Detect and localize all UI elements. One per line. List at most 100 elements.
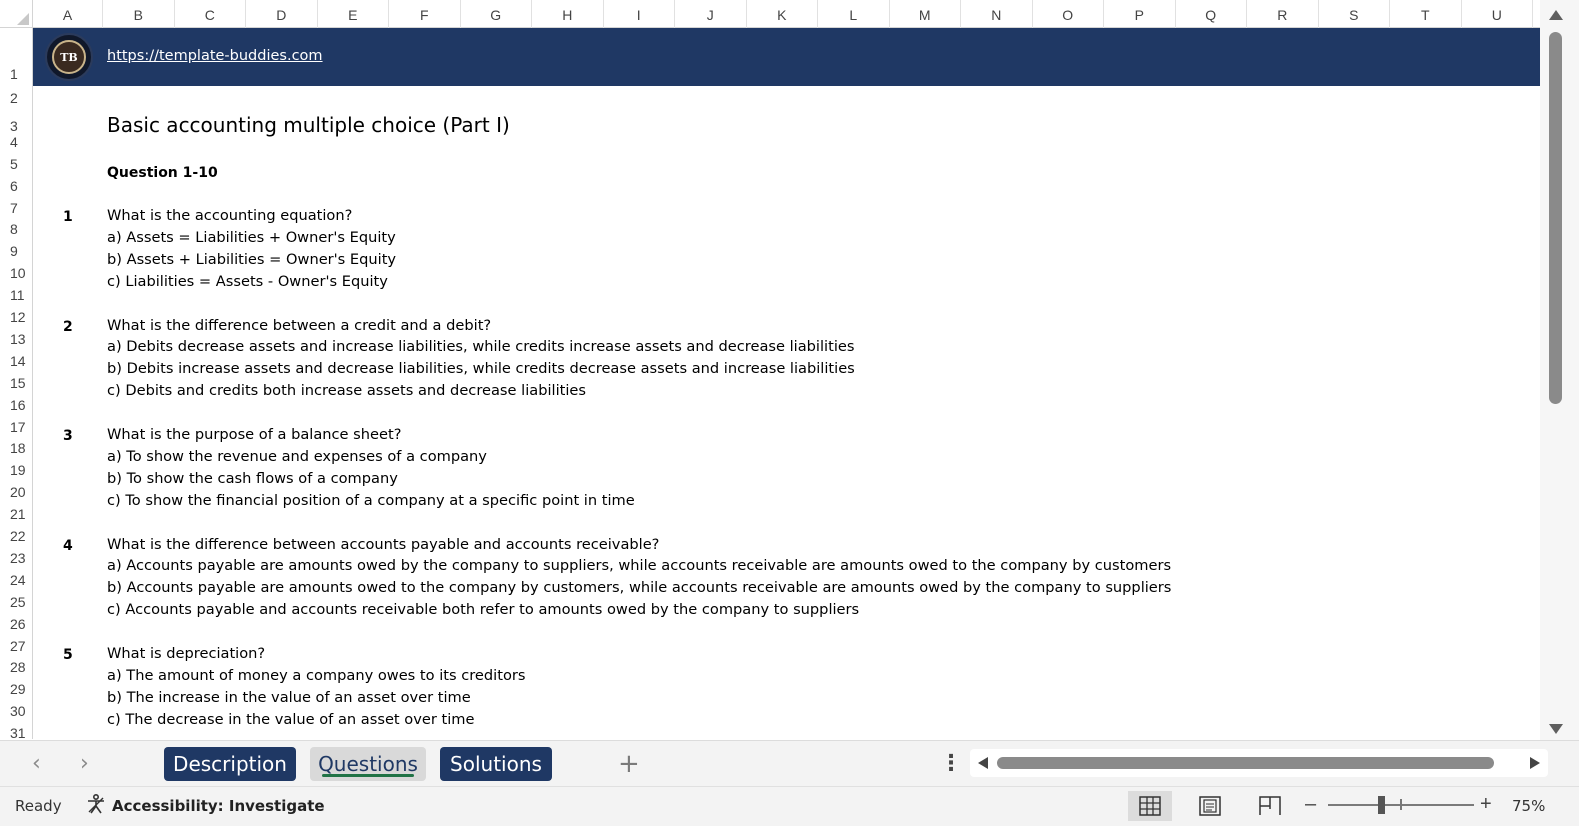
question-number: 2 xyxy=(63,318,73,335)
question-number: 3 xyxy=(63,428,73,444)
row-header-8[interactable]: 8 xyxy=(0,221,32,237)
accessibility-status[interactable]: Accessibility: Investigate xyxy=(112,797,325,815)
grid-view-icon xyxy=(1139,796,1161,816)
column-header-o[interactable]: O xyxy=(1033,0,1104,28)
row-header-14[interactable]: 14 xyxy=(0,353,32,369)
column-header-n[interactable]: N xyxy=(961,0,1033,28)
question-text: What is the difference between a credit … xyxy=(107,316,492,334)
more-options-icon[interactable]: ⋮ xyxy=(940,751,962,776)
column-header-a[interactable]: A xyxy=(33,0,103,28)
page-break-view-button[interactable] xyxy=(1248,791,1292,821)
column-header-d[interactable]: D xyxy=(246,0,318,28)
column-header-j[interactable]: J xyxy=(675,0,747,28)
page-layout-view-button[interactable] xyxy=(1188,791,1232,821)
tab-solutions[interactable]: Solutions xyxy=(440,747,552,781)
horizontal-scroll-thumb[interactable] xyxy=(997,757,1494,769)
horizontal-scrollbar[interactable] xyxy=(970,749,1548,777)
next-sheet-chevron-icon[interactable]: › xyxy=(80,751,89,776)
row-header-15[interactable]: 15 xyxy=(0,375,32,391)
row-header-2[interactable]: 2 xyxy=(0,90,32,106)
row-header-19[interactable]: 19 xyxy=(0,462,32,478)
zoom-level[interactable]: 75% xyxy=(1512,797,1545,815)
tab-description[interactable]: Description xyxy=(164,747,296,781)
answer-option: b) Assets + Liabilities = Owner's Equity xyxy=(107,250,397,268)
row-header-21[interactable]: 21 xyxy=(0,506,32,522)
row-header-20[interactable]: 20 xyxy=(0,484,32,500)
row-header-31[interactable]: 31 xyxy=(0,725,32,739)
tab-label: Questions xyxy=(318,752,418,776)
tab-questions[interactable]: Questions xyxy=(310,747,426,781)
status-bar: Ready Accessibility: Investigate – + 75% xyxy=(0,786,1579,826)
column-header-l[interactable]: L xyxy=(818,0,890,28)
question-text: What is the difference between accounts … xyxy=(107,535,660,553)
row-header-7[interactable]: 7 xyxy=(0,200,32,216)
row-header-18[interactable]: 18 xyxy=(0,440,32,456)
column-header-u[interactable]: U xyxy=(1462,0,1533,28)
answer-option: c) To show the financial position of a c… xyxy=(107,491,635,509)
column-header-s[interactable]: S xyxy=(1319,0,1390,28)
page-title: Basic accounting multiple choice (Part I… xyxy=(107,113,510,137)
row-header-3[interactable]: 3 xyxy=(0,118,32,134)
row-header-28[interactable]: 28 xyxy=(0,659,32,675)
answer-option: c) Accounts payable and accounts receiva… xyxy=(107,601,860,619)
question-text: What is the purpose of a balance sheet? xyxy=(107,426,402,443)
row-header-bar: 1 2 3 4 5 6 7 8 9 10 11 12 13 14 15 16 17 18 19 20 21 22 23 24 2… xyxy=(0,28,33,739)
prev-sheet-chevron-icon[interactable]: ‹ xyxy=(32,751,41,776)
scroll-left-arrow-icon[interactable] xyxy=(978,757,988,769)
column-header-r[interactable]: R xyxy=(1247,0,1319,28)
row-header-23[interactable]: 23 xyxy=(0,550,32,566)
zoom-out-icon[interactable]: – xyxy=(1305,793,1316,816)
row-header-1[interactable]: 1 xyxy=(0,66,32,82)
select-all-corner[interactable] xyxy=(0,0,33,28)
normal-view-button[interactable] xyxy=(1128,791,1172,821)
row-header-25[interactable]: 25 xyxy=(0,594,32,610)
row-header-29[interactable]: 29 xyxy=(0,681,32,697)
row-header-11[interactable]: 11 xyxy=(0,287,32,303)
template-buddies-logo: TB xyxy=(45,33,93,81)
row-header-13[interactable]: 13 xyxy=(0,331,32,347)
answer-option: b) Accounts payable are amounts owed to … xyxy=(107,579,1172,597)
column-header-h[interactable]: H xyxy=(532,0,604,28)
column-header-f[interactable]: F xyxy=(389,0,461,28)
answer-option: a) Assets = Liabilities + Owner's Equity xyxy=(107,228,396,246)
answer-option: a) Accounts payable are amounts owed by … xyxy=(107,557,1172,575)
row-header-10[interactable]: 10 xyxy=(0,265,32,281)
column-header-p[interactable]: P xyxy=(1104,0,1176,28)
zoom-in-icon[interactable]: + xyxy=(1480,793,1492,816)
row-header-22[interactable]: 22 xyxy=(0,528,32,544)
row-header-27[interactable]: 27 xyxy=(0,638,32,654)
logo-emblem: TB xyxy=(52,40,86,74)
column-header-c[interactable]: C xyxy=(175,0,246,28)
column-header-i[interactable]: I xyxy=(604,0,675,28)
vertical-scroll-thumb[interactable] xyxy=(1549,32,1562,404)
column-header-e[interactable]: E xyxy=(318,0,389,28)
column-header-q[interactable]: Q xyxy=(1176,0,1247,28)
worksheet-grid[interactable]: TB https://template-buddies.com Basic ac… xyxy=(33,28,1540,739)
row-header-26[interactable]: 26 xyxy=(0,616,32,632)
row-header-16[interactable]: 16 xyxy=(0,397,32,413)
row-header-30[interactable]: 30 xyxy=(0,703,32,719)
row-header-6[interactable]: 6 xyxy=(0,178,32,194)
zoom-slider-thumb[interactable] xyxy=(1378,796,1385,814)
row-header-4[interactable]: 4 xyxy=(0,134,32,150)
row-header-12[interactable]: 12 xyxy=(0,309,32,325)
column-header-bar: ABCDEFGHIJKLMNOPQRSTU xyxy=(0,0,1540,28)
accessibility-icon[interactable] xyxy=(85,793,107,821)
question-number: 5 xyxy=(63,647,73,663)
column-header-t[interactable]: T xyxy=(1390,0,1462,28)
scroll-right-arrow-icon[interactable] xyxy=(1530,757,1540,769)
row-header-24[interactable]: 24 xyxy=(0,572,32,588)
column-header-k[interactable]: K xyxy=(747,0,818,28)
column-header-b[interactable]: B xyxy=(103,0,175,28)
column-header-g[interactable]: G xyxy=(461,0,532,28)
sheet-tab-bar: ‹ › Description Questions Solutions + ⋮ xyxy=(0,740,1579,786)
column-header-m[interactable]: M xyxy=(890,0,961,28)
row-header-5[interactable]: 5 xyxy=(0,156,32,172)
scroll-down-arrow-icon[interactable] xyxy=(1549,724,1563,734)
vertical-scrollbar[interactable] xyxy=(1540,0,1579,740)
add-sheet-plus-icon[interactable]: + xyxy=(618,749,640,779)
row-header-9[interactable]: 9 xyxy=(0,243,32,259)
website-link[interactable]: https://template-buddies.com xyxy=(107,48,323,64)
scroll-up-arrow-icon[interactable] xyxy=(1549,10,1563,20)
row-header-17[interactable]: 17 xyxy=(0,419,32,435)
